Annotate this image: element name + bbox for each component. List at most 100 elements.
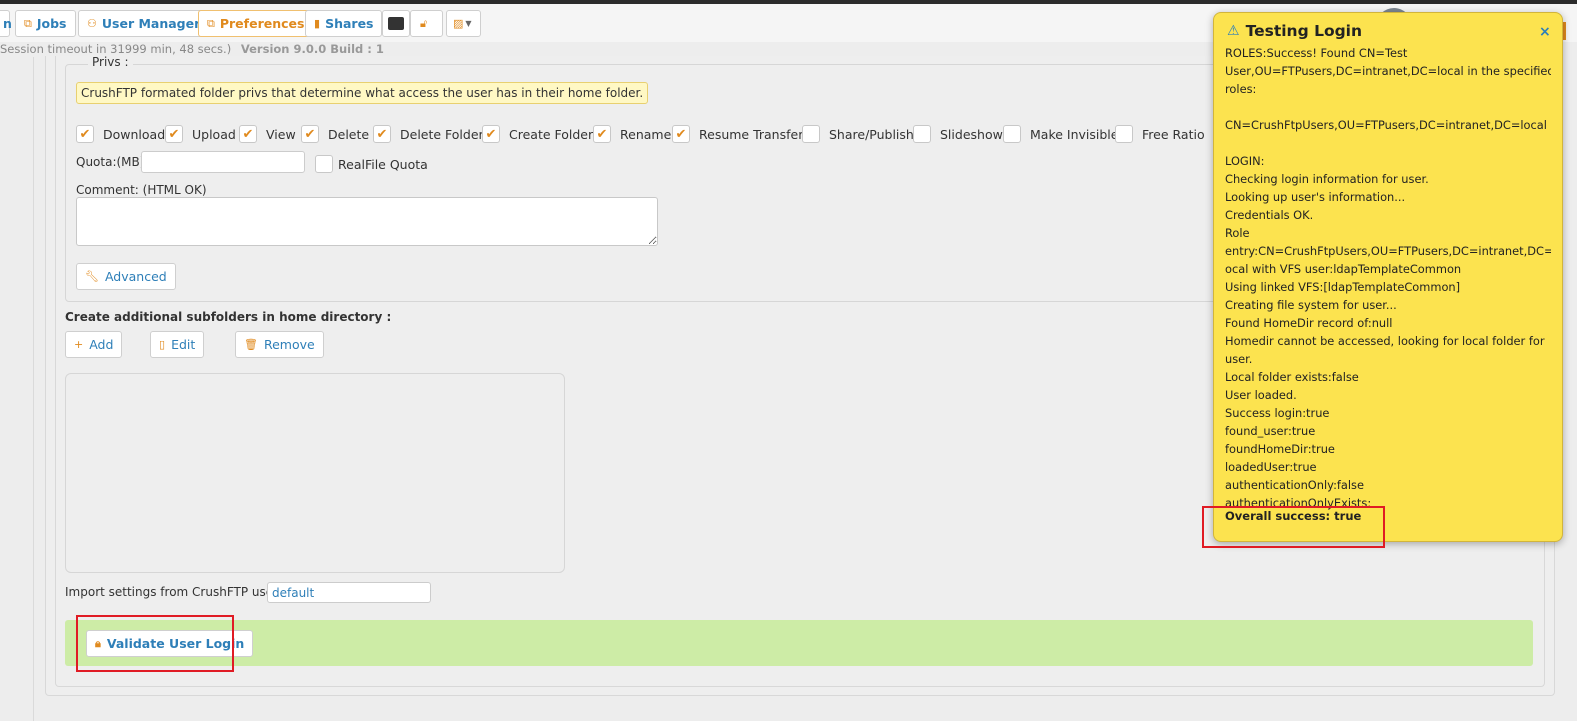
popup-log-line: foundHomeDir:true [1225,442,1335,456]
checkbox-view-box[interactable]: ✔ [239,125,257,143]
status-bar: Session timeout in 31999 min, 48 secs.) … [0,42,384,56]
popup-log-line: Using linked VFS:[ldapTemplateCommon] [1225,280,1461,294]
highlight-box-validate [76,615,234,672]
popup-log-line: Looking up user's information... [1225,190,1406,204]
checkbox-delete-box[interactable]: ✔ [301,125,319,143]
import-user-input[interactable] [267,582,431,603]
advanced-label: Advanced [104,269,167,284]
import-settings-label: Import settings from CrushFTP user : [65,585,286,599]
advanced-button[interactable]: 🔧︎ Advanced [76,263,176,290]
user-manager-button[interactable]: ⚇ User Manager [78,10,210,37]
chevron-down-icon: ▼ [465,19,472,28]
quota-input[interactable] [141,151,305,173]
wrench-icon: 🔧︎ [85,270,99,283]
priv-checkbox-delete[interactable]: ✔ Delete [301,125,369,143]
privs-note: CrushFTP formated folder privs that dete… [76,82,649,104]
validate-bar [65,620,1533,666]
jobs-icon: ⧉ [24,16,32,30]
remove-label: Remove [263,337,315,352]
popup-log-line: User,OU=FTPusers,DC=intranet,DC=local in… [1225,64,1551,78]
highlight-box-success [1202,506,1385,548]
popup-log-line: Success login:true [1225,406,1330,420]
realfile-quota-box[interactable] [315,155,333,173]
preferences-button[interactable]: ⧉ Preferences [198,10,314,37]
user-manager-label: User Manager [101,16,201,31]
plus-icon: + [74,338,84,351]
popup-log-line: roles: [1225,82,1257,96]
priv-label: Make Invisible [1030,126,1119,142]
priv-label: Slideshow [940,126,1003,142]
popup-log-line: ocal with VFS user:ldapTemplateCommon [1225,262,1462,276]
checkbox-make-invisible-box[interactable] [1003,125,1021,143]
toolbar-partial-button[interactable]: n [0,10,12,37]
left-divider [33,57,34,721]
priv-label: Delete [328,126,370,142]
jobs-label: Jobs [36,16,67,31]
popup-log-line: CN=CrushFtpUsers,OU=FTPusers,DC=intranet… [1225,118,1547,132]
priv-checkbox-slideshow[interactable]: Slideshow [913,125,1003,143]
realfile-quota-label: RealFile Quota [338,156,428,172]
edit-subfolder-button[interactable]: ▯ Edit [150,331,205,358]
priv-label: View [266,126,296,142]
priv-checkbox-create-folder[interactable]: ✔ Create Folder [482,125,593,143]
popup-log-line: LOGIN: [1225,154,1265,168]
shares-label: Shares [325,16,374,31]
popup-log-line: Homedir cannot be accessed, looking for … [1225,334,1545,348]
popup-log-line: found_user:true [1225,424,1316,438]
toolbar-partial-label: n [3,16,12,31]
popup-log-line [1225,98,1551,116]
checkbox-resume-transfers-box[interactable]: ✔ [672,125,690,143]
priv-label: Download [103,126,166,142]
subfolders-label: Create additional subfolders in home dir… [65,310,392,324]
priv-label: Resume Transfers [699,126,810,142]
popup-title-text: Testing Login [1245,22,1363,40]
priv-label: Free Ratio [1142,126,1205,142]
popup-log-line: ROLES:Success! Found CN=Test [1225,46,1408,60]
priv-checkbox-free-ratio[interactable]: Free Ratio [1115,125,1205,143]
priv-checkbox-make-invisible[interactable]: Make Invisible [1003,125,1118,143]
shares-button[interactable]: ▮ Shares [305,10,383,37]
checkbox-create-folder-box[interactable]: ✔ [482,125,500,143]
popup-log-line: loadedUser:true [1225,460,1317,474]
priv-checkbox-share-publish[interactable]: Share/Publish [802,125,914,143]
checkbox-download-box[interactable]: ✔ [76,125,94,143]
popup-log-line: entry:CN=CrushFtpUsers,OU=FTPusers,DC=in… [1225,244,1551,258]
popup-log-line: Credentials OK. [1225,208,1314,222]
checkbox-share-publish-box[interactable] [802,125,820,143]
popup-log-line: authenticationOnly:false [1225,478,1365,492]
priv-label: Create Folder [509,126,594,142]
priv-label: Share/Publish [829,126,914,142]
image-menu-button[interactable]: ▨ ▼ [446,10,481,37]
add-subfolder-button[interactable]: + Add [65,331,123,358]
priv-checkbox-download[interactable]: ✔ Download [76,125,165,143]
lock-button[interactable]: 🔓︎ [410,10,443,37]
jobs-button[interactable]: ⧉ Jobs [15,10,76,37]
priv-checkbox-delete-folder[interactable]: ✔ Delete Folder [373,125,484,143]
remove-subfolder-button[interactable]: 🗑︎ Remove [235,331,324,358]
subfolders-list[interactable] [65,373,565,573]
priv-checkbox-rename[interactable]: ✔ Rename [593,125,671,143]
priv-label: Rename [620,126,672,142]
version-text: Version 9.0.0 Build : 1 [240,42,384,56]
checkbox-upload-box[interactable]: ✔ [165,125,183,143]
priv-checkbox-upload[interactable]: ✔ Upload [165,125,236,143]
priv-checkbox-resume-transfers[interactable]: ✔ Resume Transfers [672,125,810,143]
popup-log-line: Checking login information for user. [1225,172,1429,186]
comment-textarea[interactable] [76,197,658,246]
edit-label: Edit [171,337,196,352]
priv-checkbox-view[interactable]: ✔ View [239,125,296,143]
checkbox-rename-box[interactable]: ✔ [593,125,611,143]
checkbox-slideshow-box[interactable] [913,125,931,143]
terminal-button[interactable] [382,10,410,37]
checkbox-free-ratio-box[interactable] [1115,125,1133,143]
popup-log-line: Creating file system for user... [1225,298,1397,312]
preferences-label: Preferences [219,16,305,31]
realfile-quota-checkbox[interactable]: RealFile Quota [315,155,428,173]
popup-log-line: Role [1225,226,1250,240]
close-icon[interactable]: × [1539,24,1551,40]
comment-label: Comment: (HTML OK) [76,183,207,197]
trash-icon: 🗑︎ [244,338,258,351]
popup-title: ⚠ Testing Login [1227,22,1362,40]
popup-log-line: User loaded. [1225,388,1297,402]
checkbox-delete-folder-box[interactable]: ✔ [373,125,391,143]
